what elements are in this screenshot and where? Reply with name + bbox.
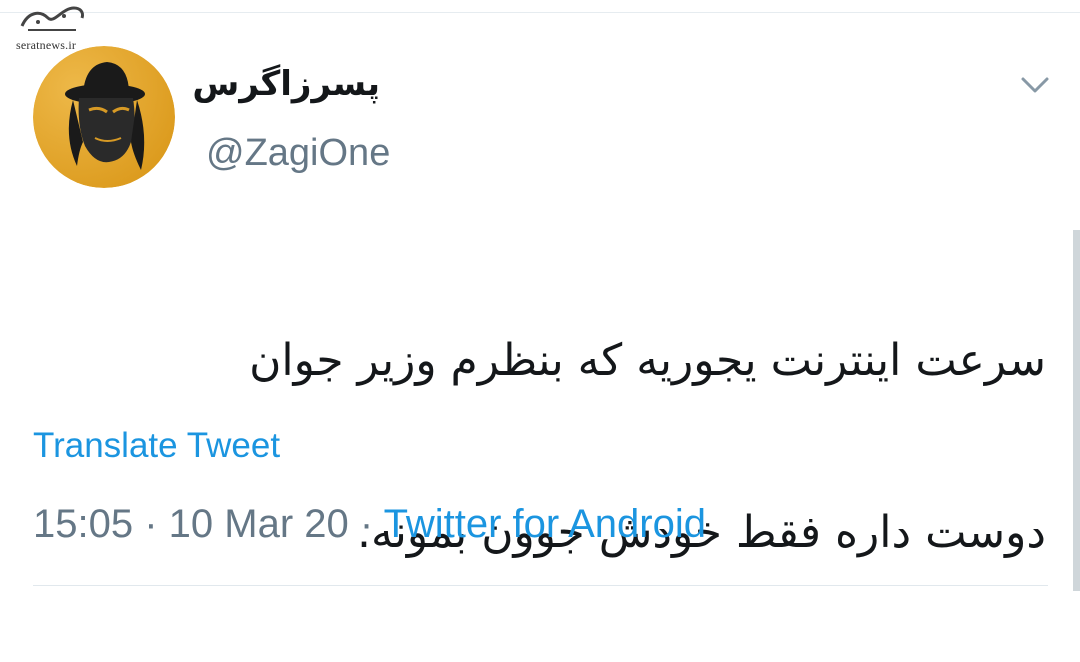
top-divider xyxy=(0,12,1080,13)
tweet-source-link[interactable]: Twitter for Android xyxy=(384,502,706,546)
user-handle[interactable]: @ZagiOne xyxy=(206,132,390,175)
scrollbar[interactable] xyxy=(1073,230,1080,591)
watermark-logo: seratnews.ir xyxy=(10,2,102,52)
watermark-site: seratnews.ir xyxy=(16,38,77,52)
translate-tweet-link[interactable]: Translate Tweet xyxy=(33,426,280,466)
bottom-divider xyxy=(33,585,1048,586)
tweet-date[interactable]: 10 Mar 20 xyxy=(169,502,349,546)
avatar[interactable] xyxy=(33,46,175,188)
tweet-text-line: سرعت اینترنت یجوریه که بنظرم وزیر جوان xyxy=(249,335,1046,386)
tweet-meta: 15:05 · 10 Mar 20 · Twitter for Android xyxy=(33,502,706,547)
meta-separator: · xyxy=(133,502,169,546)
avatar-image xyxy=(33,46,175,188)
chevron-down-icon[interactable] xyxy=(1019,72,1051,98)
meta-separator: · xyxy=(348,502,384,546)
tweet-time: 15:05 xyxy=(33,502,134,546)
watermark-icon xyxy=(20,6,84,31)
display-name[interactable]: پسرزاگرس xyxy=(192,64,380,104)
